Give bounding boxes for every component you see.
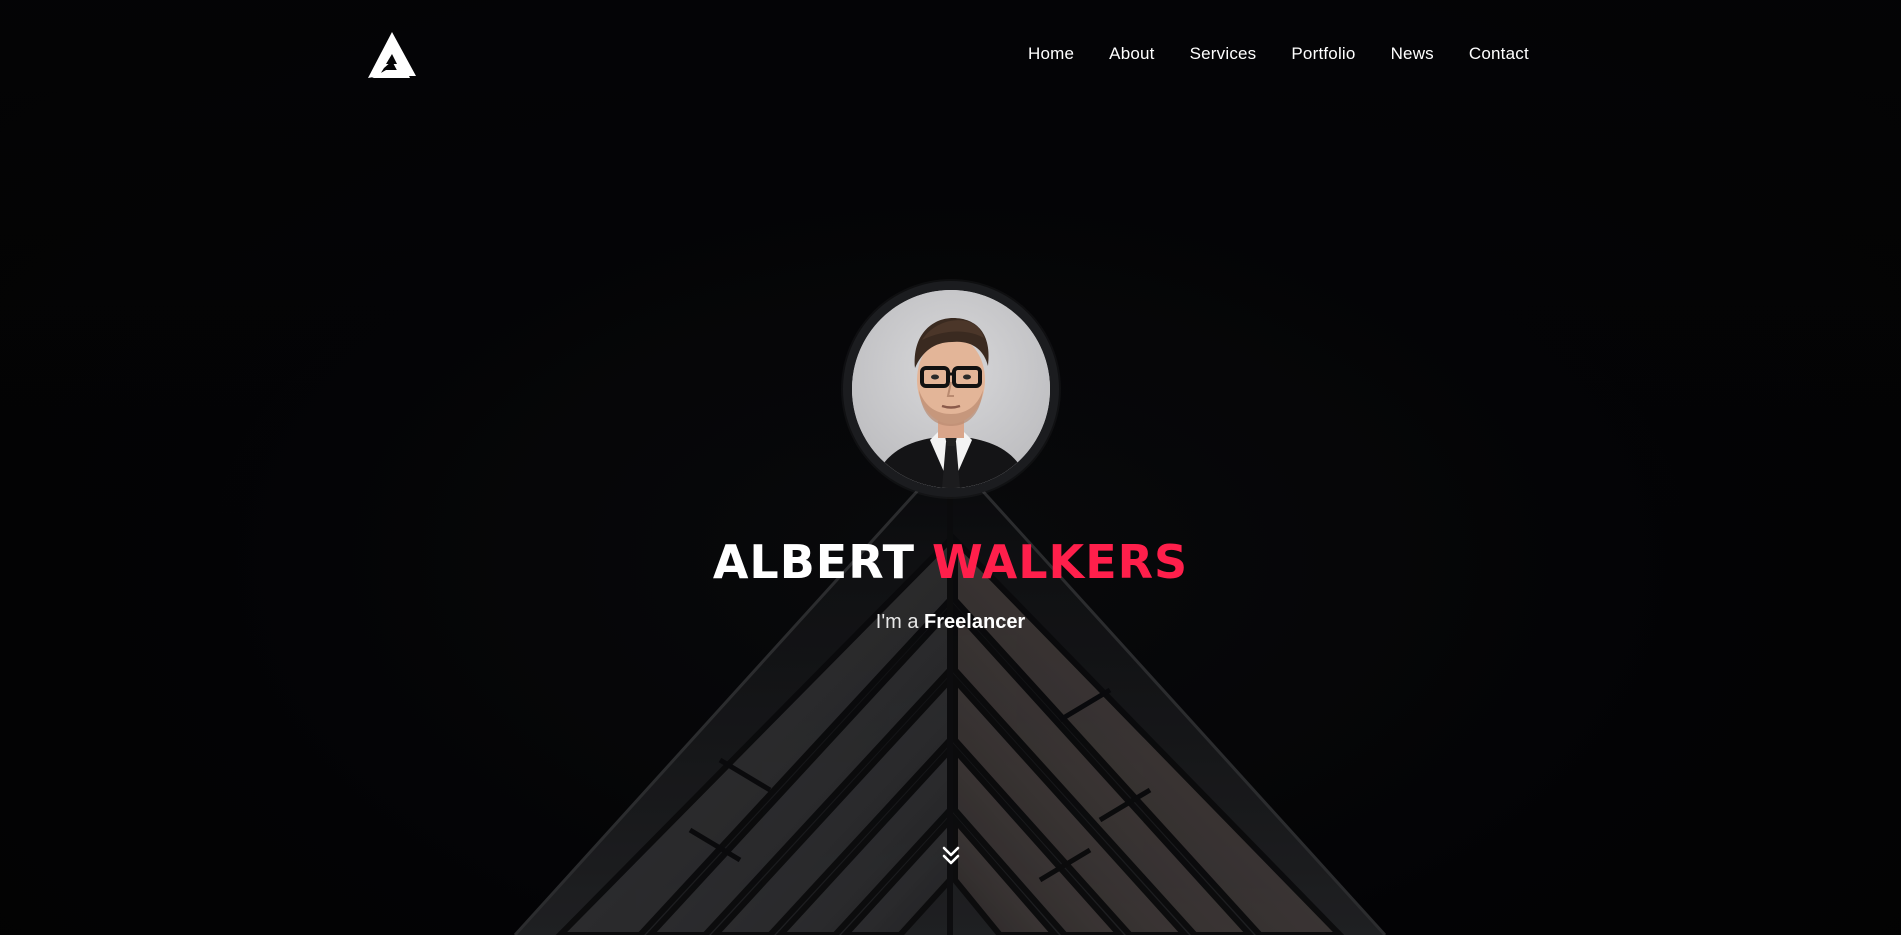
- hero-subtitle: I'm a Freelancer: [0, 611, 1901, 634]
- main-nav: Home About Services Portfolio News Conta…: [1028, 44, 1529, 64]
- nav-item-about[interactable]: About: [1109, 44, 1154, 64]
- hero-first-name: ALBERT: [712, 535, 915, 589]
- hero-page: Home About Services Portfolio News Conta…: [0, 0, 1901, 935]
- nav-item-home[interactable]: Home: [1028, 44, 1074, 64]
- hero-subtitle-prefix: I'm a: [875, 611, 919, 633]
- site-header: Home About Services Portfolio News Conta…: [0, 0, 1901, 110]
- letter-a-triangle-logo-icon: [368, 32, 416, 78]
- avatar: [852, 290, 1050, 488]
- scroll-down-button[interactable]: [940, 845, 962, 867]
- nav-item-services[interactable]: Services: [1190, 44, 1257, 64]
- brand-logo[interactable]: [366, 30, 418, 82]
- nav-item-contact[interactable]: Contact: [1469, 44, 1529, 64]
- portrait-image: [852, 290, 1050, 488]
- avatar-frame: [843, 281, 1059, 497]
- nav-item-news[interactable]: News: [1391, 44, 1434, 64]
- hero-last-name: WALKERS: [931, 535, 1189, 589]
- double-chevron-down-icon: [942, 846, 960, 865]
- nav-item-portfolio[interactable]: Portfolio: [1291, 44, 1355, 64]
- hero-name-heading: ALBERT WALKERS: [0, 535, 1901, 589]
- hero-subtitle-role: Freelancer: [924, 611, 1026, 633]
